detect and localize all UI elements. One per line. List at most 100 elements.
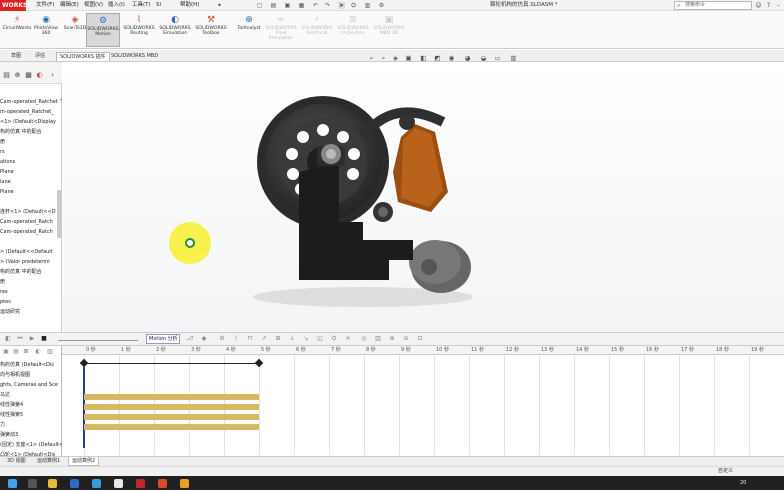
filter-icon[interactable]: ▥ <box>374 335 382 343</box>
previous-view-icon[interactable]: ◈ <box>392 55 399 62</box>
redo-icon[interactable]: ↷ <box>324 2 331 9</box>
tree-item[interactable]: > (Default<<Default <box>0 247 62 257</box>
motion-tree-item[interactable]: ghts, Cameras and Sce <box>0 380 62 390</box>
ribbon-button[interactable]: ⌇ SOLIDWORKS Routing <box>122 13 156 47</box>
tree-item[interactable]: 构的仿真 中的配合 <box>0 127 62 137</box>
tab-3d-view[interactable]: 3D 视图 <box>4 457 29 466</box>
motion-tree-item[interactable]: 线性弹簧4 <box>0 400 62 410</box>
tree-item[interactable]: m-operated_Ratchet_ <box>0 107 62 117</box>
menu-item[interactable]: 插入(I) <box>108 0 125 11</box>
section-view-icon[interactable]: ▣ <box>405 55 412 62</box>
ribbon-button[interactable]: ⊞ SOLIDWORKS Inspection <box>336 13 370 47</box>
menu-item[interactable]: 文件(F) <box>36 0 54 11</box>
select-icon[interactable]: ➤ <box>338 2 345 9</box>
print-icon[interactable]: ▦ <box>298 2 305 9</box>
tree-item[interactable]: 连杆<1> (Default<<D <box>0 207 62 217</box>
filter-results-icon[interactable]: ◐ <box>34 348 42 356</box>
play-icon[interactable]: ▶ <box>28 335 36 343</box>
display-style-icon[interactable]: ◩ <box>434 55 441 62</box>
status-customize[interactable]: 自定义 <box>718 466 733 476</box>
tab-solidworks-addins[interactable]: SOLIDWORKS 插件 <box>56 52 110 61</box>
gravity-icon[interactable]: ↓ <box>288 335 296 343</box>
spring3-timeline-bar[interactable] <box>84 424 259 430</box>
config-tab-icon[interactable]: ▦ <box>24 71 33 80</box>
tab-evaluate[interactable]: 评估 <box>32 52 48 61</box>
menu-item[interactable]: 编辑(E) <box>60 0 79 11</box>
motion-tree-item[interactable]: 向与相机视图 <box>0 370 62 380</box>
file-properties-icon[interactable]: ▥ <box>364 2 371 9</box>
tree-item[interactable]: 册 <box>0 137 62 147</box>
panel-collapse-icon[interactable]: › <box>48 71 57 80</box>
save-icon[interactable]: ▣ <box>284 2 291 9</box>
browser-icon[interactable] <box>92 479 101 488</box>
tree-item[interactable]: ations <box>0 157 62 167</box>
motion-tree-item[interactable]: (固定) 支座<1> (Default< <box>0 440 62 450</box>
start-icon[interactable] <box>8 479 17 488</box>
rebuild-icon[interactable]: ⛭ <box>350 2 357 9</box>
play-from-start-icon[interactable]: ⏮ <box>16 335 24 343</box>
filter-driving-icon[interactable]: ▤ <box>12 348 20 356</box>
new-file-icon[interactable]: ▢ <box>256 2 263 9</box>
zoom-area-icon[interactable]: ⌕ <box>380 55 387 62</box>
ribbon-button[interactable]: ⚙ SOLIDWORKS Motion <box>86 13 120 47</box>
study-properties-icon[interactable]: ⛭ <box>330 335 338 343</box>
tree-item[interactable] <box>0 197 62 207</box>
pin-icon[interactable]: ✦ <box>216 2 223 9</box>
menu-item[interactable]: 帮助(H) <box>180 0 199 11</box>
view-settings-icon[interactable]: ▭ <box>494 55 501 62</box>
folder-icon[interactable] <box>180 479 189 488</box>
ribbon-button[interactable]: ▣ SOLIDWORKS MBD 3D <box>372 13 406 47</box>
spring-icon[interactable]: ⌇ <box>232 335 240 343</box>
ribbon-button[interactable]: ⚡ SOLIDWORKS Electrical <box>300 13 334 47</box>
ribbon-button[interactable]: ⊕ TolAnalyst <box>232 13 266 47</box>
tree-item[interactable]: 构的仿真 中的配合 <box>0 267 62 277</box>
playback-slider[interactable] <box>58 335 138 341</box>
graphics-viewport[interactable] <box>63 62 784 332</box>
ribbon-button[interactable]: ◐ SOLIDWORKS Simulation <box>158 13 192 47</box>
tree-item[interactable]: 册 <box>0 277 62 287</box>
simulation-setup-icon[interactable]: ✕ <box>344 335 352 343</box>
taskview-icon[interactable] <box>28 479 37 488</box>
word-icon[interactable] <box>70 479 79 488</box>
tree-item[interactable]: res <box>0 287 62 297</box>
user-icon[interactable]: ☺ <box>754 0 763 11</box>
autokey-icon[interactable]: ⎇ <box>186 335 194 343</box>
search-commands-input[interactable]: 搜索命令 <box>674 1 752 10</box>
filter-animation-icon[interactable]: ▣ <box>2 348 10 356</box>
filter-selected-icon[interactable]: ⊠ <box>22 348 30 356</box>
file-explorer-icon[interactable] <box>48 479 57 488</box>
time-ruler[interactable] <box>62 346 784 355</box>
tree-item[interactable]: 运动研究 <box>0 307 62 317</box>
tree-item[interactable]: rs <box>0 147 62 157</box>
motion-tree-item[interactable]: 构的仿真 (Default<Dis <box>0 360 62 370</box>
property-tab-icon[interactable]: ⊕ <box>13 71 22 80</box>
spring5-timeline-bar[interactable] <box>84 404 259 410</box>
tree-item[interactable]: lane <box>0 177 62 187</box>
motor-icon[interactable]: ⚙ <box>218 335 226 343</box>
tree-item[interactable]: Plane <box>0 167 62 177</box>
tab-motion-study-1[interactable]: 运动算例1 <box>34 457 63 466</box>
tree-scrollbar[interactable] <box>57 190 61 238</box>
menu-item[interactable]: 工具(T) <box>132 0 151 11</box>
ribbon-button[interactable]: ⚒ SOLIDWORKS Toolbox <box>194 13 228 47</box>
appearance-tab-icon[interactable]: ◐ <box>35 71 44 80</box>
zoom-to-fit-icon[interactable]: ⌕ <box>368 55 375 62</box>
recorder-icon[interactable] <box>158 479 167 488</box>
tree-item[interactable]: Cam-operated_Ratch <box>0 217 62 227</box>
force-timeline-bar[interactable] <box>84 414 259 420</box>
hide-show-icon[interactable]: ◉ <box>448 55 455 62</box>
feature-tree-tab-icon[interactable]: ▤ <box>2 71 11 80</box>
menu-item[interactable]: Si <box>156 0 161 11</box>
app-icon[interactable] <box>114 479 123 488</box>
menu-item[interactable]: 视图(V) <box>84 0 103 11</box>
tree-item[interactable]: Cam-operated_Ratch <box>0 227 62 237</box>
motion-tree-item[interactable]: 弹簧动3 <box>0 430 62 440</box>
motion-tree-item[interactable]: 马达 <box>0 390 62 400</box>
tree-item[interactable] <box>0 237 62 247</box>
motion-tree-item[interactable]: 线性弹簧5 <box>0 410 62 420</box>
zoom-in-timeline-icon[interactable]: ⊕ <box>388 335 396 343</box>
motion-tree-item[interactable]: 力 <box>0 420 62 430</box>
solidworks-taskbar-icon[interactable] <box>136 479 145 488</box>
collapse-manager-icon[interactable]: ◎ <box>360 335 368 343</box>
tree-item[interactable]: <1> (Default<Display <box>0 117 62 127</box>
